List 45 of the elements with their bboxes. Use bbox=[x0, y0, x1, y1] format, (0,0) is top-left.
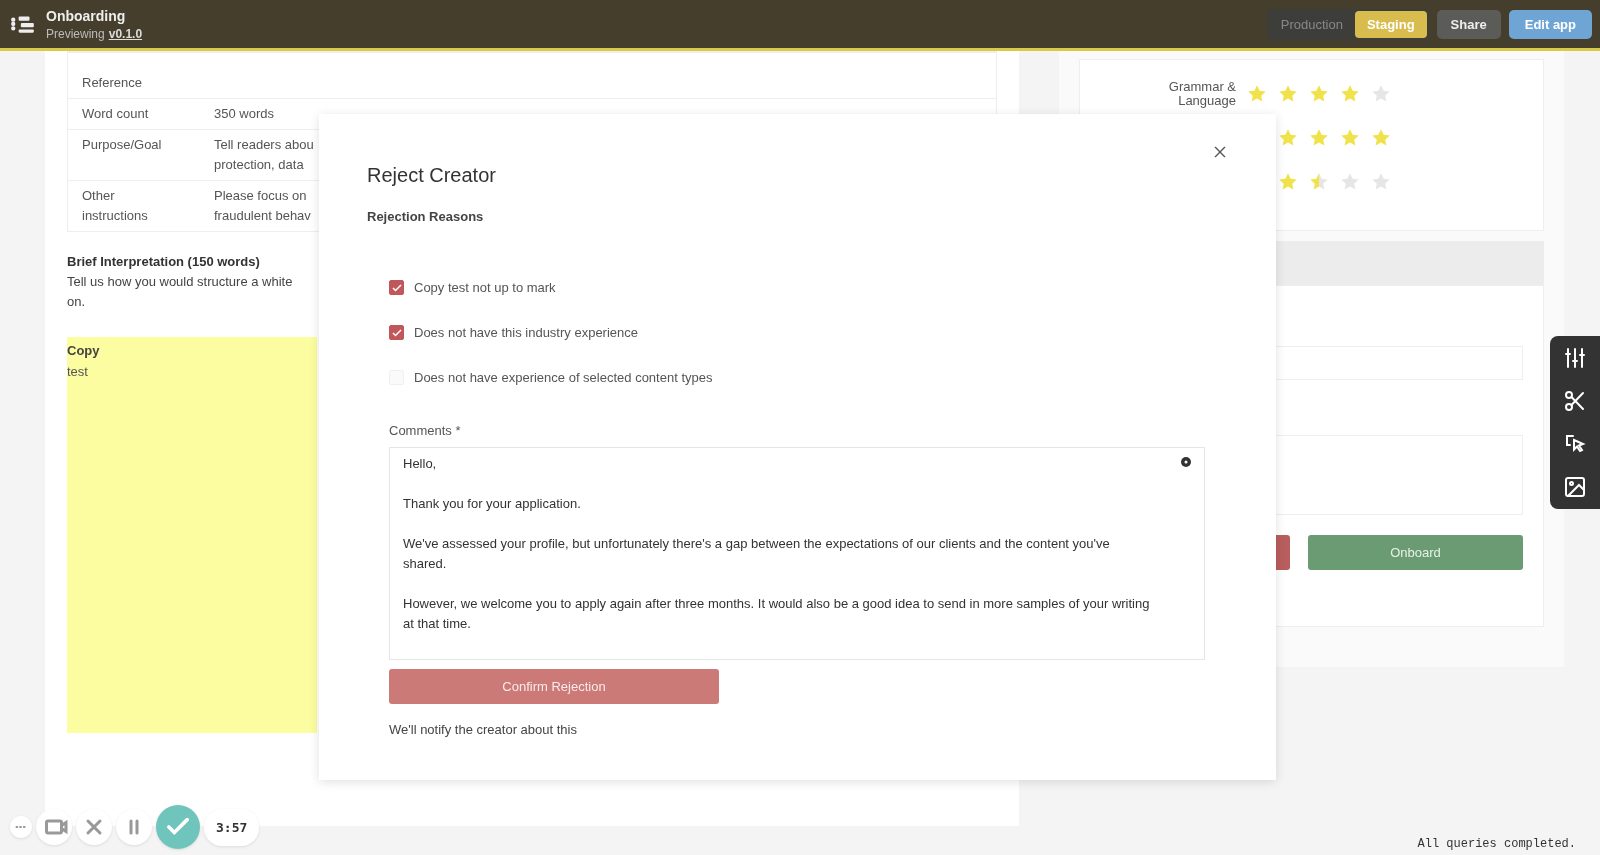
table-cell-text: Tell readers abou protection, data bbox=[214, 136, 314, 174]
more-icon[interactable] bbox=[10, 816, 32, 838]
circle-icon[interactable] bbox=[1180, 456, 1192, 468]
comments-field[interactable] bbox=[389, 447, 1205, 660]
status-text: All queries completed. bbox=[1417, 837, 1576, 851]
comment-paragraph: Hello, bbox=[403, 455, 438, 473]
image-icon[interactable] bbox=[1563, 475, 1587, 499]
comment-paragraph: We've assessed your profile, but unfortunately there's a gap between the expectations of our clients and the content you've shared. bbox=[403, 535, 1111, 573]
instruction-text: Tell us how you would structure a white on. bbox=[67, 273, 293, 311]
rating-label: Grammar & Language bbox=[1167, 80, 1236, 108]
sliders-icon[interactable] bbox=[1563, 346, 1587, 370]
checkbox[interactable] bbox=[389, 280, 404, 295]
field-label: Comments * bbox=[389, 423, 462, 438]
checkbox-label: Does not have experience of selected content types bbox=[414, 370, 713, 385]
notice-text: We'll notify the creator about this bbox=[389, 722, 578, 737]
confirm-rejection-button[interactable]: Confirm Rejection bbox=[389, 669, 719, 704]
table-cell-text: Reference bbox=[81, 74, 143, 92]
camera-icon[interactable] bbox=[36, 809, 72, 845]
table-cell-text: Word count bbox=[81, 105, 150, 123]
dialog-title: Reject Creator bbox=[367, 164, 497, 187]
share-button[interactable]: Share bbox=[1436, 9, 1501, 39]
table-cell-text: 350 words bbox=[214, 105, 274, 123]
copy-label: Copy bbox=[67, 343, 101, 358]
comment-paragraph: Thank you for your application. bbox=[403, 495, 582, 513]
checkbox[interactable] bbox=[389, 325, 404, 340]
environment-tab[interactable]: Staging bbox=[1354, 10, 1427, 38]
copy-text: test bbox=[67, 364, 89, 379]
checkbox-label: Copy test not up to mark bbox=[414, 280, 556, 295]
table-cell-text: Other instructions bbox=[81, 187, 149, 225]
section-heading: Brief Interpretation (150 words) bbox=[67, 254, 261, 269]
onboard-button[interactable]: Onboard bbox=[1308, 535, 1523, 570]
preview-label: Previewing bbox=[46, 26, 105, 41]
scissors-icon[interactable] bbox=[1563, 389, 1587, 413]
pause-icon[interactable] bbox=[116, 809, 152, 845]
section-label: Rejection Reasons bbox=[367, 209, 485, 224]
check-icon[interactable] bbox=[156, 805, 200, 849]
environment-tab[interactable]: Production bbox=[1268, 10, 1355, 38]
comment-paragraph: However, we welcome you to apply again after three months. It would also be a good idea to send in more samples of your writing at that time. bbox=[403, 595, 1151, 633]
version-link[interactable]: v0.1.0 bbox=[108, 26, 143, 41]
close-icon[interactable] bbox=[1212, 144, 1228, 160]
app-title: Onboarding bbox=[46, 7, 127, 24]
checkbox-label: Does not have this industry experience bbox=[414, 325, 638, 340]
edit-app-button[interactable]: Edit app bbox=[1508, 9, 1592, 39]
table-cell-text: Purpose/Goal bbox=[81, 136, 163, 154]
table-cell-text: Please focus on fraudulent behav bbox=[214, 187, 311, 225]
